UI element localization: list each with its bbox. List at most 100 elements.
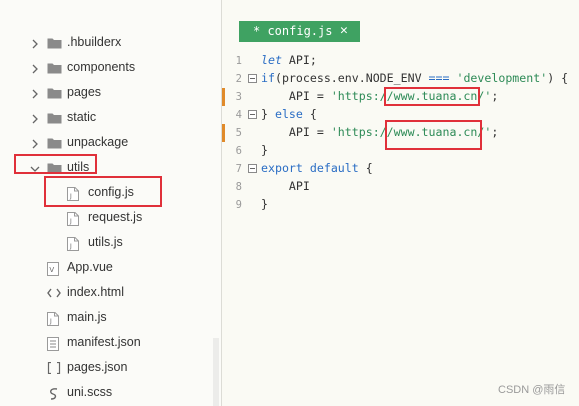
line-number: 8	[235, 181, 242, 193]
tree-item-label: index.html	[67, 285, 124, 299]
tree-item-app-vue[interactable]: V App.vue	[0, 256, 213, 281]
code-token: if	[261, 71, 275, 85]
tree-item-label: pages	[67, 85, 102, 99]
tree-item-label: unpackage	[67, 135, 129, 149]
folder-icon	[47, 37, 62, 51]
code-text: }	[261, 143, 268, 157]
code-line[interactable]: 3 API = 'https://www.tuana.cn/';	[222, 88, 579, 106]
code-text: if(process.env.NODE_ENV === 'development…	[261, 71, 568, 85]
tree-item-config-js[interactable]: Jconfig.js	[0, 181, 213, 206]
code-token: }	[261, 197, 268, 211]
code-token: 'development'	[456, 71, 548, 85]
code-token: ;	[491, 125, 499, 139]
code-editor[interactable]: * config.js ✕ 1 let API; 2 if(process.env.N…	[222, 0, 579, 406]
chevron-right-icon[interactable]	[30, 113, 40, 124]
json-file-icon	[47, 361, 61, 376]
folder-icon	[47, 162, 62, 176]
folder-icon	[47, 137, 62, 151]
tree-item-pages[interactable]: pages	[0, 81, 213, 106]
code-token: export	[261, 161, 303, 175]
close-icon[interactable]: ✕	[340, 23, 348, 38]
tree-item-components[interactable]: components	[0, 56, 213, 81]
tree-item-hbuilderx[interactable]: .hbuilderx	[0, 31, 213, 56]
tree-item-index-html[interactable]: index.html	[0, 281, 213, 306]
tree-item-pages-json[interactable]: pages.json	[0, 356, 213, 381]
fold-toggle-icon[interactable]	[248, 110, 257, 119]
js-file-icon: J	[67, 237, 81, 251]
code-line[interactable]: 9}	[222, 196, 579, 214]
folder-icon	[47, 62, 62, 76]
line-number: 3	[235, 91, 242, 103]
code-text: } else {	[261, 107, 317, 121]
scss-swirl-icon	[47, 387, 61, 401]
code-text: }	[261, 197, 268, 211]
tree-item-label: static	[67, 110, 97, 124]
code-token: }	[261, 107, 275, 121]
tree-item-label: App.vue	[67, 260, 113, 274]
tree-item-label: .hbuilderx	[67, 35, 122, 49]
tree-item-label: main.js	[67, 310, 107, 324]
tree-item-manifest-json[interactable]: manifest.json	[0, 331, 213, 356]
svg-text:J: J	[69, 243, 72, 250]
code-token: ) {	[547, 71, 569, 85]
code-text: export default {	[261, 161, 373, 175]
tree-item-label: utils	[67, 160, 90, 174]
tree-item-unpackage[interactable]: unpackage	[0, 131, 213, 156]
fold-toggle-icon[interactable]	[248, 164, 257, 173]
code-token: 'https://www.tuana.cn/'	[330, 89, 492, 103]
tree-item-request-js[interactable]: Jrequest.js	[0, 206, 213, 231]
chevron-right-icon[interactable]	[30, 63, 40, 74]
tree-item-uni-scss[interactable]: uni.scss	[0, 381, 213, 406]
js-file-icon: J	[47, 312, 61, 326]
code-token: {	[358, 161, 373, 175]
code-token: default	[309, 161, 359, 175]
tree-item-label: config.js	[88, 185, 134, 199]
code-line[interactable]: 2 if(process.env.NODE_ENV === 'developmen…	[222, 70, 579, 88]
code-line[interactable]: 7 export default {	[222, 160, 579, 178]
tree-item-main-js[interactable]: Jmain.js	[0, 306, 213, 331]
tree-item-utils[interactable]: utils	[0, 156, 213, 181]
chevron-right-icon[interactable]	[30, 88, 40, 99]
code-line[interactable]: 4 } else {	[222, 106, 579, 124]
line-number: 4	[235, 109, 242, 121]
fold-toggle-icon[interactable]	[248, 74, 257, 83]
code-brackets-icon	[47, 287, 61, 301]
tree-item-label: manifest.json	[67, 335, 141, 349]
code-line[interactable]: 6}	[222, 142, 579, 160]
code-line[interactable]: 5 API = 'https://www.tuana.cn/';	[222, 124, 579, 142]
sidebar-scrollbar[interactable]	[213, 338, 219, 406]
code-text: API = 'https://www.tuana.cn/';	[261, 125, 498, 139]
js-file-icon: J	[67, 187, 81, 201]
tab-config-js[interactable]: * config.js ✕	[239, 21, 360, 42]
line-number: 7	[235, 163, 242, 175]
code-token: {	[302, 107, 317, 121]
modified-line-marker	[222, 88, 225, 106]
code-token: (process.env.NODE_ENV	[274, 71, 429, 85]
tree-item-utils-js[interactable]: Jutils.js	[0, 231, 213, 256]
code-token: ;	[491, 89, 499, 103]
code-line[interactable]: 8 API	[222, 178, 579, 196]
code-text: API = 'https://www.tuana.cn/';	[261, 89, 498, 103]
code-line[interactable]: 1 let API;	[222, 52, 579, 70]
svg-text:J: J	[69, 193, 72, 200]
code-text: let API;	[261, 53, 317, 67]
folder-icon	[47, 87, 62, 101]
vue-file-icon: V	[47, 262, 61, 276]
code-text: API	[261, 179, 310, 193]
tree-item-label: uni.scss	[67, 385, 113, 399]
watermark: CSDN @雨信	[498, 384, 566, 396]
manifest-file-icon	[47, 337, 61, 351]
line-number: 6	[235, 145, 242, 157]
code-token: API;	[281, 53, 317, 67]
tree-item-label: components	[67, 60, 136, 74]
code-token: ===	[428, 71, 450, 85]
tree-item-static[interactable]: static	[0, 106, 213, 131]
line-number: 5	[235, 127, 242, 139]
code-token: API =	[261, 125, 331, 139]
svg-text:J: J	[69, 218, 72, 225]
chevron-right-icon[interactable]	[30, 138, 40, 149]
chevron-down-icon[interactable]	[30, 163, 40, 173]
code-token: let	[261, 53, 282, 67]
chevron-right-icon[interactable]	[30, 38, 40, 49]
